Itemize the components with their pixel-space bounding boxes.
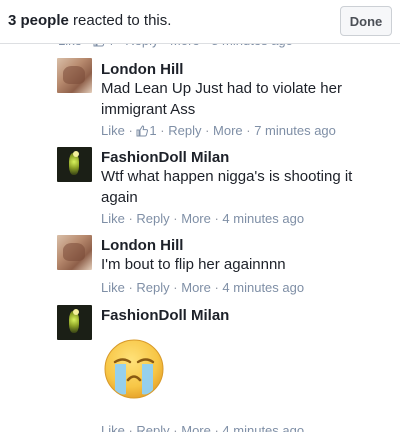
reply-link[interactable]: Reply xyxy=(136,423,169,432)
separator: · xyxy=(124,280,137,295)
comment-author[interactable]: FashionDoll Milan xyxy=(101,149,229,166)
like-count-indicator[interactable]: 1 xyxy=(136,123,157,138)
separator: · xyxy=(169,211,182,226)
done-button[interactable]: Done xyxy=(340,6,392,36)
reply-link[interactable]: Reply xyxy=(136,211,169,226)
separator: · xyxy=(210,280,223,295)
comment-author[interactable]: FashionDoll Milan xyxy=(101,307,229,324)
comment-actions: Like · Reply · More · 4 minutes ago xyxy=(101,211,304,226)
reactions-header: 3 people reacted to this. Done xyxy=(0,0,400,44)
comment-timestamp[interactable]: 4 minutes ago xyxy=(222,280,304,295)
comment-timestamp[interactable]: 4 minutes ago xyxy=(222,423,304,432)
avatar[interactable] xyxy=(57,235,92,270)
comment-actions: Like · Reply · More · 4 minutes ago xyxy=(101,423,304,432)
comment-timestamp[interactable]: 7 minutes ago xyxy=(254,123,336,138)
separator: · xyxy=(169,280,182,295)
more-link[interactable]: More xyxy=(213,123,243,138)
comment-text: I'm bout to flip her againnnn xyxy=(101,256,286,273)
reaction-count[interactable]: 3 people xyxy=(8,12,69,29)
reaction-summary[interactable]: 3 people reacted to this. xyxy=(8,12,171,29)
comment-actions: Like · Reply · More · 4 minutes ago xyxy=(101,280,304,295)
comment-actions: Like · 1 · Reply · More · 7 minutes ago xyxy=(101,123,336,138)
like-link[interactable]: Like xyxy=(101,423,125,432)
separator: · xyxy=(156,123,169,138)
comment-timestamp[interactable]: 4 minutes ago xyxy=(222,211,304,226)
separator: · xyxy=(169,423,182,432)
separator: · xyxy=(210,423,223,432)
more-link[interactable]: More xyxy=(181,423,211,432)
reply-link[interactable]: Reply xyxy=(168,123,201,138)
like-link[interactable]: Like xyxy=(101,280,125,295)
like-count: 1 xyxy=(149,123,157,138)
comment-text: Mad Lean Up Just had to violate her immi… xyxy=(101,80,342,118)
like-link[interactable]: Like xyxy=(101,123,125,138)
comment-text: Wtf what happen nigga's is shooting it a… xyxy=(101,168,353,206)
separator: · xyxy=(242,123,255,138)
avatar[interactable] xyxy=(57,147,92,182)
more-link[interactable]: More xyxy=(181,211,211,226)
separator: · xyxy=(124,123,137,138)
separator: · xyxy=(201,123,214,138)
separator: · xyxy=(124,211,137,226)
comment-author[interactable]: London Hill xyxy=(101,237,183,254)
separator: · xyxy=(124,423,137,432)
avatar[interactable] xyxy=(57,58,92,93)
more-link[interactable]: More xyxy=(181,280,211,295)
avatar[interactable] xyxy=(57,305,92,340)
reaction-summary-text: reacted to this. xyxy=(68,12,172,29)
comment-author[interactable]: London Hill xyxy=(101,61,183,78)
crying-face-emoji-sticker[interactable] xyxy=(102,336,166,400)
like-link[interactable]: Like xyxy=(101,211,125,226)
separator: · xyxy=(210,211,223,226)
thumbs-up-icon xyxy=(136,125,149,137)
reply-link[interactable]: Reply xyxy=(136,280,169,295)
